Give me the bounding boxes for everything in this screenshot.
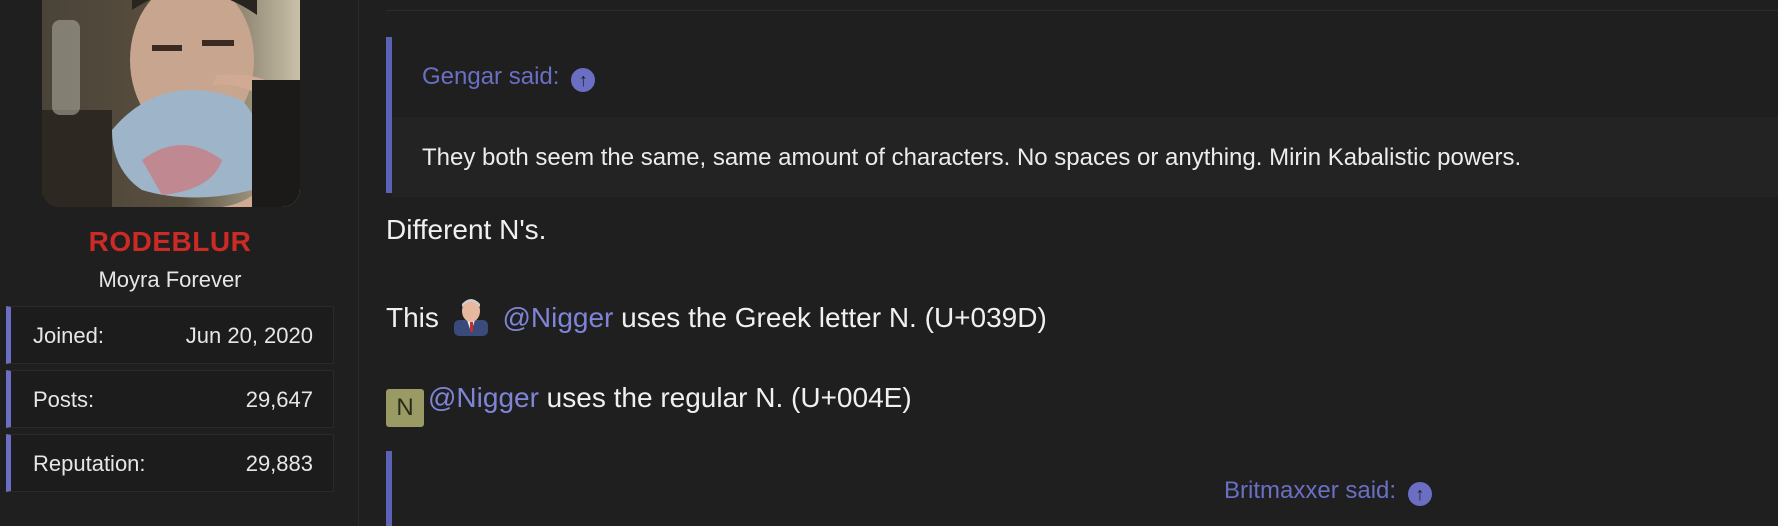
businessman-emoji-icon [453,299,488,336]
user-title: Moyra Forever [98,267,242,292]
quote-text: They both seem the same, same amount of … [422,144,1522,171]
n-letter-badge-icon: N [386,389,424,427]
user-mention-link[interactable]: @Nigger [502,302,613,333]
message-line: Different N's. [386,214,547,245]
message-line: This @Nigger uses the Greek letter N. (U… [386,298,1047,336]
quote-block: Gengar said: ↑ They both seem the same, s… [386,37,1778,197]
username[interactable]: RODEBLUR [0,226,340,258]
quote-attribution-link[interactable]: Gengar said: ↑ [422,63,596,92]
stat-key: Posts: [33,387,95,412]
message-text: uses the regular N. (U+004E) [538,382,912,413]
arrow-up-circle-icon[interactable]: ↑ [1408,482,1433,506]
message-line: N @Nigger uses the regular N. (U+004E) [386,382,912,427]
message-text: uses the Greek letter N. (U+039D) [613,302,1047,333]
quote-header: Gengar said: ↑ [392,37,1778,117]
user-sidebar: RODEBLUR Moyra Forever Joined: Jun 20, 2… [0,0,358,526]
arrow-up-circle-icon[interactable]: ↑ [571,68,596,92]
stat-joined: Joined: Jun 20, 2020 [6,306,334,364]
quote-attribution-link[interactable]: Britmaxxer said: ↑ [1224,477,1433,506]
quote-attribution[interactable]: Britmaxxer said: [1224,477,1396,504]
stat-value: 29,883 [245,451,313,476]
divider [386,10,1778,11]
message-text: This [386,302,439,333]
quote-block: Britmaxxer said: ↑ [386,451,1778,526]
avatar[interactable] [42,0,300,207]
stat-reputation: Reputation: 29,883 [6,434,334,492]
quote-attribution[interactable]: Gengar said: [422,63,559,90]
stat-key: Reputation: [33,451,146,476]
quote-body: They both seem the same, same amount of … [392,117,1778,197]
stat-key: Joined: [33,323,104,348]
stat-posts: Posts: 29,647 [6,370,334,428]
user-mention-link[interactable]: @Nigger [428,382,539,413]
stat-value: 29,647 [245,387,313,412]
quote-header: Britmaxxer said: ↑ [392,451,1778,526]
avatar-image [42,0,300,207]
stat-value: Jun 20, 2020 [185,323,313,348]
